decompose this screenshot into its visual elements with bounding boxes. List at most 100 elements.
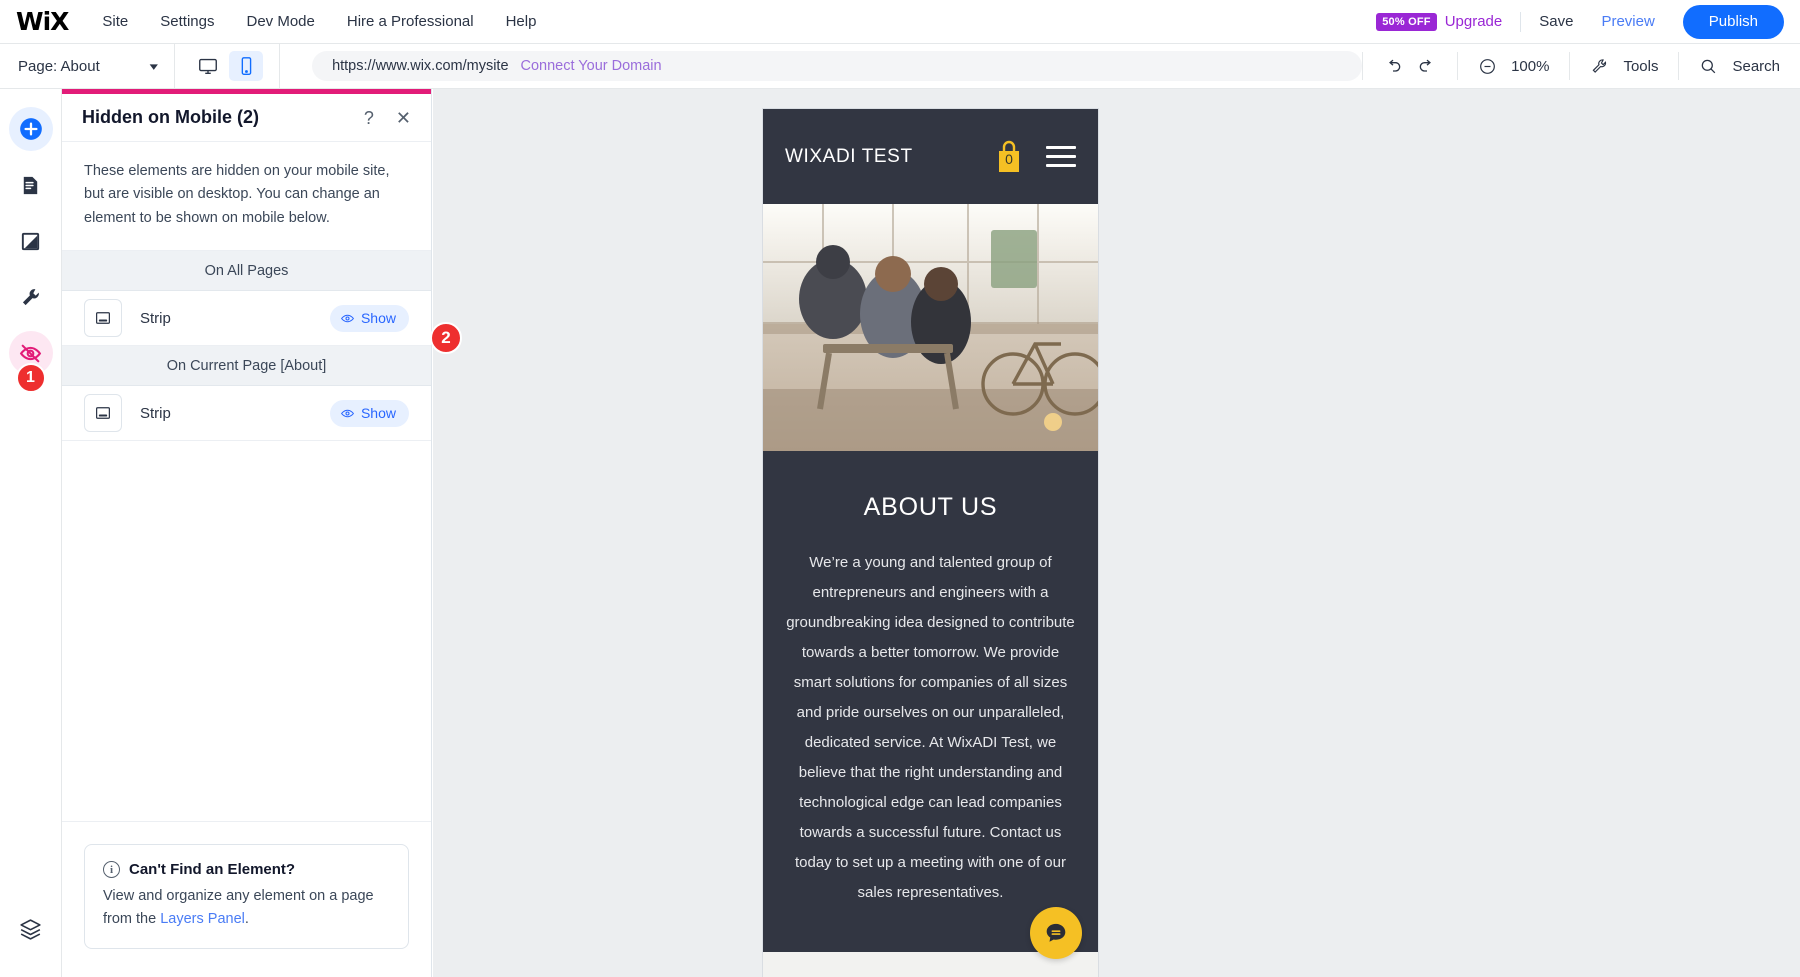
site-name: WIXADI TEST <box>785 145 913 167</box>
cart-button[interactable]: 0 <box>992 138 1026 176</box>
wrench-icon <box>22 288 39 305</box>
hidden-elements-badge: 1 <box>15 363 46 393</box>
show-button-label: Show <box>360 405 396 422</box>
show-element-button-all-pages[interactable]: Show <box>329 304 409 332</box>
close-icon[interactable]: ✕ <box>396 109 411 127</box>
sidebar-item-tools[interactable] <box>9 275 53 319</box>
group-header-on-all-pages: On All Pages <box>62 251 431 292</box>
divider <box>1520 11 1522 32</box>
promo-badge: 50% OFF <box>1376 12 1437 31</box>
chat-bubble-icon <box>1046 923 1066 942</box>
panel-description: These elements are hidden on your mobile… <box>62 142 431 252</box>
editor-canvas: WIXADI TEST 0 ABOUT US We’re a young and… <box>433 89 1800 977</box>
preview-button[interactable]: Preview <box>1601 13 1654 30</box>
redo-icon <box>1419 59 1432 72</box>
pages-icon <box>23 176 38 194</box>
mobile-view-button[interactable] <box>229 51 264 81</box>
strip-glyph <box>96 407 110 420</box>
panel-title: Hidden on Mobile (2) <box>82 107 259 127</box>
minus-circle-icon <box>1480 58 1495 74</box>
site-header: WIXADI TEST 0 <box>763 109 1098 204</box>
page-selector[interactable]: Page: About ▾ <box>0 43 176 89</box>
device-switcher <box>175 43 281 89</box>
save-button[interactable]: Save <box>1539 13 1573 30</box>
search-button[interactable]: Search <box>1678 52 1800 80</box>
annotation-marker-2: 2 <box>430 322 462 354</box>
wix-logo[interactable]: WiX <box>16 9 86 34</box>
hamburger-icon[interactable] <box>1046 146 1076 167</box>
menu-item-hire-a-professional[interactable]: Hire a Professional <box>331 0 490 44</box>
wix-editor-window: WiX Site Settings Dev Mode Hire a Profes… <box>0 0 1800 977</box>
top-bar-actions: 50% OFF Upgrade Save Preview Publish <box>1376 4 1800 39</box>
hidden-element-row-all-pages[interactable]: Strip Show <box>62 291 431 347</box>
about-title: ABOUT US <box>863 493 998 521</box>
desktop-icon <box>199 58 217 75</box>
top-menu-bar: WiX Site Settings Dev Mode Hire a Profes… <box>0 0 1800 44</box>
toolbar-right-group: 100% Tools Search <box>1362 44 1800 89</box>
undo-button[interactable] <box>1383 56 1403 76</box>
page-selector-label: Page: About <box>18 57 100 75</box>
sidebar-item-pages[interactable] <box>9 163 53 207</box>
show-element-button-current-page[interactable]: Show <box>329 399 409 427</box>
menu-item-site[interactable]: Site <box>86 0 144 44</box>
sidebar-item-hidden-elements[interactable]: 1 <box>8 331 53 393</box>
zoom-control[interactable]: 100% <box>1457 52 1569 80</box>
hidden-element-label: Strip <box>140 309 171 327</box>
sidebar-item-layers[interactable] <box>9 907 53 951</box>
menu-item-help[interactable]: Help <box>490 0 553 44</box>
chevron-down-icon: ▾ <box>149 60 158 73</box>
layers-icon <box>20 918 41 940</box>
hidden-on-mobile-panel: Hidden on Mobile (2) ? ✕ These elements … <box>62 89 432 977</box>
design-icon <box>21 232 40 250</box>
editor-toolbar: Page: About ▾ https://www.wix.com/mysite… <box>0 43 1800 89</box>
tip-title-row: i Can't Find an Element? <box>103 861 390 879</box>
site-url-text: https://www.wix.com/mysite <box>332 58 509 74</box>
eye-icon <box>340 409 354 418</box>
tools-button[interactable]: Tools <box>1569 52 1678 80</box>
panel-header: Hidden on Mobile (2) ? ✕ <box>62 94 431 142</box>
left-sidebar-rail: 1 <box>0 89 62 977</box>
search-label: Search <box>1732 57 1780 75</box>
tip-body: View and organize any element on a page … <box>103 885 390 930</box>
cant-find-element-card: i Can't Find an Element? View and organi… <box>84 844 409 949</box>
connect-domain-link[interactable]: Connect Your Domain <box>521 58 662 74</box>
tools-label: Tools <box>1623 57 1659 75</box>
chat-widget-button[interactable] <box>1030 907 1082 959</box>
help-icon[interactable]: ? <box>364 109 374 127</box>
search-icon-wrap <box>1699 57 1718 76</box>
tip-body-suffix: . <box>244 910 249 927</box>
desktop-view-button[interactable] <box>191 51 225 81</box>
mobile-icon <box>241 57 252 75</box>
tools-icon-wrap <box>1590 57 1609 76</box>
strip-icon <box>84 394 122 433</box>
zoom-level-label: 100% <box>1511 57 1550 75</box>
menu-item-settings[interactable]: Settings <box>144 0 230 44</box>
about-section: ABOUT US We’re a young and talented grou… <box>763 451 1098 952</box>
redo-button[interactable] <box>1417 56 1437 76</box>
sidebar-item-design[interactable] <box>9 219 53 263</box>
undo-icon <box>1389 59 1401 72</box>
panel-empty-space <box>62 441 431 823</box>
mobile-preview-frame: WIXADI TEST 0 ABOUT US We’re a young and… <box>763 109 1098 977</box>
wrench-icon <box>1593 58 1607 73</box>
sidebar-item-add-elements[interactable] <box>8 107 53 151</box>
zoom-out-button[interactable] <box>1478 57 1497 76</box>
upgrade-link[interactable]: Upgrade <box>1445 13 1503 30</box>
hero-image <box>763 204 1098 451</box>
show-button-label: Show <box>360 310 396 327</box>
cart-count: 0 <box>1005 150 1013 167</box>
publish-button[interactable]: Publish <box>1682 4 1784 39</box>
office-team-photo <box>763 204 1098 451</box>
menu-item-dev-mode[interactable]: Dev Mode <box>230 0 330 44</box>
tip-title: Can't Find an Element? <box>129 861 296 879</box>
strip-glyph <box>96 312 110 325</box>
search-icon <box>1702 59 1716 73</box>
eye-icon <box>340 314 354 323</box>
panel-header-actions: ? ✕ <box>364 109 411 127</box>
hidden-eye-icon <box>19 344 42 362</box>
info-icon: i <box>103 861 120 879</box>
layers-panel-link[interactable]: Layers Panel <box>160 911 245 927</box>
plus-circle-icon <box>19 118 42 140</box>
site-url-bar[interactable]: https://www.wix.com/mysite Connect Your … <box>312 51 1363 81</box>
hidden-element-row-current-page[interactable]: Strip Show <box>62 386 431 442</box>
